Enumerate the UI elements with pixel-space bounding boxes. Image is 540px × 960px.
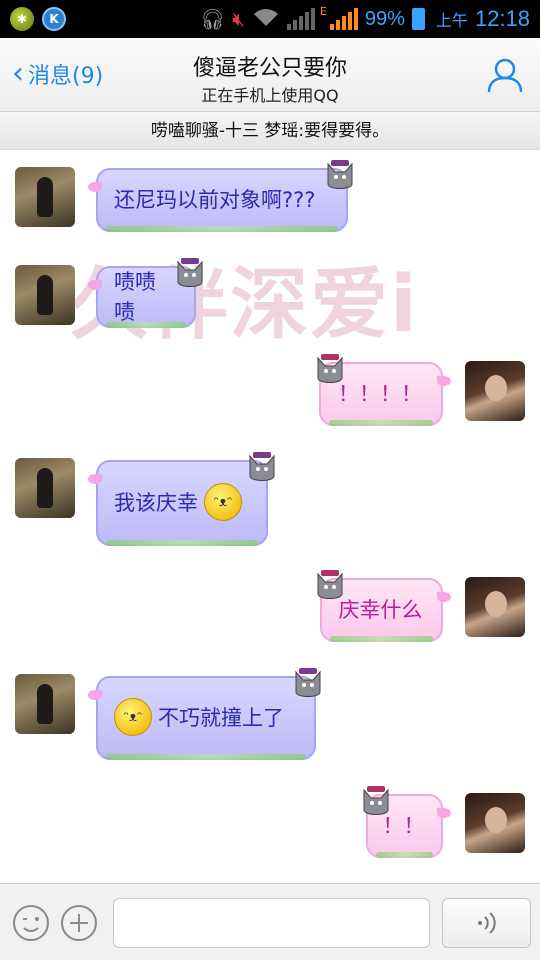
status-bar: ✱ K 🎧︎ 🔇︎ E 99% 上午 12:18 (0, 0, 540, 38)
message-text: 不巧就撞上了 (158, 706, 284, 730)
friend-avatar[interactable] (15, 674, 75, 734)
app-notification-icon: ✱ (10, 7, 34, 31)
battery-icon (411, 8, 425, 30)
more-options-button[interactable] (60, 904, 98, 942)
headphones-icon: 🎧︎ (199, 7, 226, 31)
message-text: 还尼玛以前对象啊??? (114, 188, 316, 212)
group-notice-banner[interactable]: 唠嗑聊骚-十三 梦瑶:要得要得。 (0, 112, 540, 150)
my-avatar[interactable] (465, 577, 525, 637)
wolf-sticker-icon (317, 354, 343, 383)
chat-header: ‹ 消息(9) 傻逼老公只要你 正在手机上使用QQ (0, 38, 540, 112)
voice-wave-icon (477, 912, 496, 934)
time-period: 上午 (435, 11, 468, 30)
message-input-bar (0, 883, 540, 960)
message-bubble[interactable]: 我该庆幸 ᵔᴥᵔ (88, 460, 268, 546)
my-avatar[interactable] (465, 361, 525, 421)
wolf-sticker-icon (295, 668, 321, 697)
smiley-emoji-icon: ᵔᴥᵔ (204, 483, 242, 521)
friend-avatar[interactable] (15, 167, 75, 227)
wifi-icon (252, 6, 280, 33)
friend-avatar[interactable] (15, 265, 75, 325)
profile-button[interactable] (486, 56, 524, 94)
friend-avatar[interactable] (15, 458, 75, 518)
message-text: 啧啧啧 (114, 270, 156, 324)
battery-percentage: 99% (364, 7, 405, 30)
smiley-emoji-icon: ᵔᴥᵔ (114, 698, 152, 736)
signal-strength-icon-2: E (320, 5, 358, 30)
chat-status: 正在手机上使用QQ (201, 86, 339, 105)
chat-title: 傻逼老公只要你 (192, 56, 347, 81)
wolf-sticker-icon (249, 452, 275, 481)
smiley-face-icon (13, 905, 49, 941)
wolf-sticker-icon (363, 786, 389, 815)
message-bubble[interactable]: ᵔᴥᵔ 不巧就撞上了 (88, 676, 316, 760)
message-text: ！！！！ (338, 382, 422, 406)
message-bubble[interactable]: 还尼玛以前对象啊??? (88, 168, 348, 232)
wolf-sticker-icon (317, 570, 343, 599)
clock: 12:18 (474, 6, 530, 31)
plus-icon (61, 905, 97, 941)
person-icon (487, 58, 523, 93)
emoji-button[interactable] (12, 904, 50, 942)
message-input[interactable] (113, 898, 430, 948)
wolf-sticker-icon (177, 258, 203, 287)
signal-strength-icon-1 (286, 8, 315, 30)
mute-icon: 🔇︎ (232, 7, 245, 31)
message-text: 庆幸什么 (338, 598, 423, 622)
my-avatar[interactable] (465, 793, 525, 853)
wolf-sticker-icon (327, 160, 353, 189)
message-list[interactable]: 久伴深爱i 还尼玛以前对象啊??? 啧啧啧 ！！！！ 我该庆幸 ᵔᴥᵔ 庆幸什么… (0, 150, 540, 883)
message-text: 我该庆幸 (114, 491, 198, 515)
voice-button[interactable] (442, 898, 531, 948)
k-app-notification-icon: K (42, 7, 66, 31)
